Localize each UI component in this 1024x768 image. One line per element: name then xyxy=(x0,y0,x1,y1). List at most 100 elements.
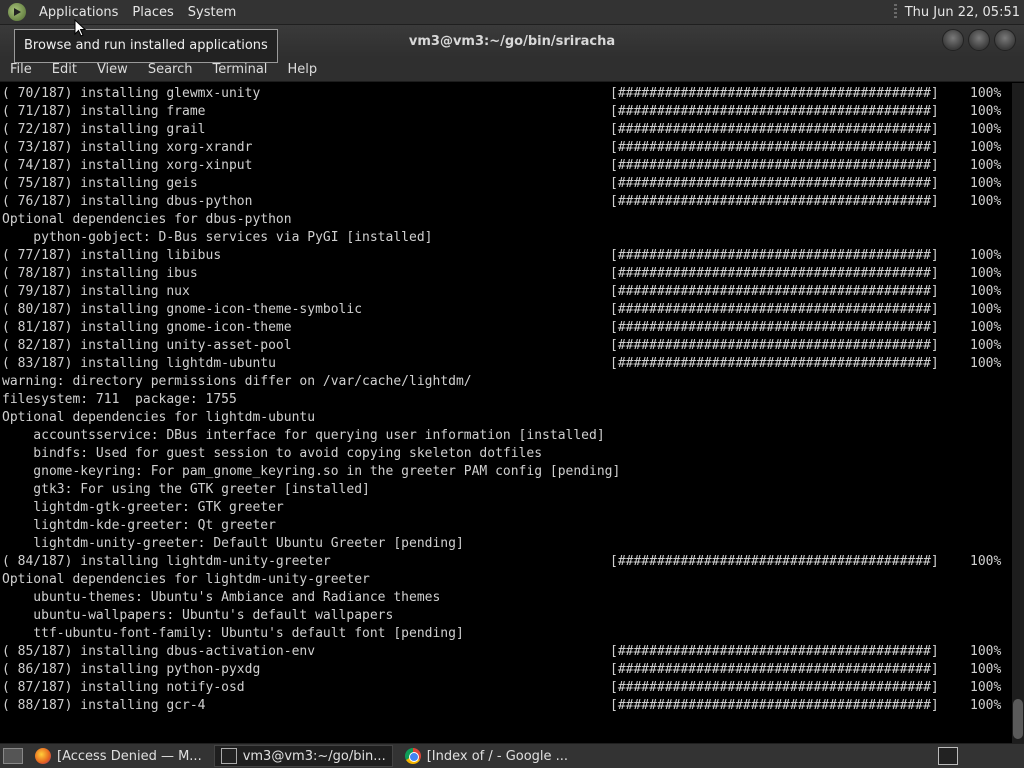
terminal-line-text: ( 81/187) installing gnome-icon-theme xyxy=(2,320,292,335)
terminal-scrollbar[interactable] xyxy=(1012,83,1024,743)
terminal-line-text: python-gobject: D-Bus services via PyGI … xyxy=(2,230,433,245)
taskbar-item-chrome[interactable]: [Index of / - Google ... xyxy=(399,745,574,767)
progress-bar-text: [#######################################… xyxy=(610,86,939,101)
menu-system[interactable]: System xyxy=(181,0,243,25)
progress-bar-text: [#######################################… xyxy=(610,320,939,335)
menu-places[interactable]: Places xyxy=(125,0,180,25)
terminal-line-text: ( 83/187) installing lightdm-ubuntu xyxy=(2,356,276,371)
progress-percent: 100% xyxy=(970,194,1002,209)
panel-handle[interactable] xyxy=(893,4,897,20)
maximize-button[interactable] xyxy=(968,29,990,51)
show-desktop-icon[interactable] xyxy=(3,748,23,764)
terminal-line-text: Optional dependencies for lightdm-ubuntu xyxy=(2,410,316,425)
terminal-line-text: ( 84/187) installing lightdm-unity-greet… xyxy=(2,554,331,569)
progress-percent: 100% xyxy=(970,140,1002,155)
terminal-line-text: lightdm-unity-greeter: Default Ubuntu Gr… xyxy=(2,536,464,551)
terminal-line-text: ( 80/187) installing gnome-icon-theme-sy… xyxy=(2,302,363,317)
menu-help[interactable]: Help xyxy=(277,57,327,82)
terminal-output[interactable]: ( 70/187) installing glewmx-unity [######… xyxy=(0,83,1012,743)
terminal-line-text: ( 75/187) installing geis xyxy=(2,176,198,191)
terminal-line: lightdm-kde-greeter: Qt greeter xyxy=(0,517,1012,535)
firefox-icon xyxy=(35,748,51,764)
terminal-line: Optional dependencies for lightdm-ubuntu xyxy=(0,409,1012,427)
progress-bar-text: [#######################################… xyxy=(610,122,939,137)
terminal-line: ( 84/187) installing lightdm-unity-greet… xyxy=(0,553,1012,571)
progress-percent: 100% xyxy=(970,122,1002,137)
terminal-line: ( 75/187) installing geis [##############… xyxy=(0,175,1012,193)
terminal-line-text: ( 86/187) installing python-pyxdg xyxy=(2,662,261,677)
taskbar-item-terminal[interactable]: vm3@vm3:~/go/bin... xyxy=(213,745,393,767)
terminal-line: Optional dependencies for lightdm-unity-… xyxy=(0,571,1012,589)
progress-bar-text: [#######################################… xyxy=(610,248,939,263)
terminal-line-text: ubuntu-themes: Ubuntu's Ambiance and Rad… xyxy=(2,590,441,605)
terminal-icon xyxy=(220,748,237,764)
terminal-line: ( 73/187) installing xorg-xrandr [#######… xyxy=(0,139,1012,157)
terminal-line: ( 74/187) installing xorg-xinput [#######… xyxy=(0,157,1012,175)
terminal-line: gnome-keyring: For pam_gnome_keyring.so … xyxy=(0,463,1012,481)
progress-bar-text: [#######################################… xyxy=(610,194,939,209)
minimize-button[interactable] xyxy=(942,29,964,51)
terminal-line: ubuntu-wallpapers: Ubuntu's default wall… xyxy=(0,607,1012,625)
progress-bar-text: [#######################################… xyxy=(610,338,939,353)
chrome-icon xyxy=(404,748,421,764)
progress-bar-text: [#######################################… xyxy=(610,680,939,695)
terminal-line-text: warning: directory permissions differ on… xyxy=(2,374,472,389)
terminal-line: lightdm-gtk-greeter: GTK greeter xyxy=(0,499,1012,517)
terminal-line: ttf-ubuntu-font-family: Ubuntu's default… xyxy=(0,625,1012,643)
terminal-window: vm3@vm3:~/go/bin/sriracha File Edit View… xyxy=(0,25,1024,743)
progress-bar-text: [#######################################… xyxy=(610,302,939,317)
progress-percent: 100% xyxy=(970,554,1002,569)
terminal-line: ( 86/187) installing python-pyxdg [######… xyxy=(0,661,1012,679)
tray-terminal-icon[interactable] xyxy=(938,747,958,765)
close-button[interactable] xyxy=(994,29,1016,51)
progress-percent: 100% xyxy=(970,338,1002,353)
terminal-line-text: ubuntu-wallpapers: Ubuntu's default wall… xyxy=(2,608,394,623)
terminal-line: ( 76/187) installing dbus-python [#######… xyxy=(0,193,1012,211)
terminal-line-text: gnome-keyring: For pam_gnome_keyring.so … xyxy=(2,464,621,479)
terminal-line-text: ( 73/187) installing xorg-xrandr xyxy=(2,140,253,155)
terminal-line-text: ( 71/187) installing frame xyxy=(2,104,206,119)
terminal-line: gtk3: For using the GTK greeter [install… xyxy=(0,481,1012,499)
progress-bar-text: [#######################################… xyxy=(610,176,939,191)
top-panel: Applications Places System Thu Jun 22, 0… xyxy=(0,0,1024,25)
progress-percent: 100% xyxy=(970,662,1002,677)
progress-percent: 100% xyxy=(970,320,1002,335)
terminal-line: ( 85/187) installing dbus-activation-env… xyxy=(0,643,1012,661)
progress-percent: 100% xyxy=(970,176,1002,191)
progress-percent: 100% xyxy=(970,698,1002,713)
terminal-line: ( 88/187) installing gcr-4 [#############… xyxy=(0,697,1012,715)
terminal-line: warning: directory permissions differ on… xyxy=(0,373,1012,391)
terminal-line: ( 70/187) installing glewmx-unity [######… xyxy=(0,85,1012,103)
terminal-line: Optional dependencies for dbus-python xyxy=(0,211,1012,229)
progress-percent: 100% xyxy=(970,284,1002,299)
terminal-line: lightdm-unity-greeter: Default Ubuntu Gr… xyxy=(0,535,1012,553)
terminal-line: ( 80/187) installing gnome-icon-theme-sy… xyxy=(0,301,1012,319)
terminal-line: python-gobject: D-Bus services via PyGI … xyxy=(0,229,1012,247)
taskbar-item-firefox[interactable]: [Access Denied — M... xyxy=(29,745,208,767)
taskbar-item-label: vm3@vm3:~/go/bin... xyxy=(242,748,386,764)
window-controls xyxy=(942,29,1016,51)
progress-percent: 100% xyxy=(970,158,1002,173)
progress-bar-text: [#######################################… xyxy=(610,104,939,119)
progress-bar-text: [#######################################… xyxy=(610,284,939,299)
terminal-line-text: ( 79/187) installing nux xyxy=(2,284,190,299)
terminal-line: ( 77/187) installing libibus [###########… xyxy=(0,247,1012,265)
terminal-line: ubuntu-themes: Ubuntu's Ambiance and Rad… xyxy=(0,589,1012,607)
progress-percent: 100% xyxy=(970,248,1002,263)
terminal-line-text: ( 85/187) installing dbus-activation-env xyxy=(2,644,316,659)
scrollbar-thumb[interactable] xyxy=(1013,699,1023,739)
applications-logo-icon[interactable] xyxy=(8,3,26,21)
progress-bar-text: [#######################################… xyxy=(610,554,939,569)
progress-percent: 100% xyxy=(970,104,1002,119)
terminal-line-text: ( 82/187) installing unity-asset-pool xyxy=(2,338,292,353)
terminal-line: ( 72/187) installing grail [#############… xyxy=(0,121,1012,139)
progress-percent: 100% xyxy=(970,680,1002,695)
terminal-line-text: ( 88/187) installing gcr-4 xyxy=(2,698,206,713)
terminal-line-text: accountsservice: DBus interface for quer… xyxy=(2,428,605,443)
terminal-line: ( 83/187) installing lightdm-ubuntu [####… xyxy=(0,355,1012,373)
progress-percent: 100% xyxy=(970,356,1002,371)
terminal-line-text: Optional dependencies for lightdm-unity-… xyxy=(2,572,370,587)
progress-bar-text: [#######################################… xyxy=(610,644,939,659)
terminal-line-text: ttf-ubuntu-font-family: Ubuntu's default… xyxy=(2,626,464,641)
clock[interactable]: Thu Jun 22, 05:51 xyxy=(905,5,1024,20)
